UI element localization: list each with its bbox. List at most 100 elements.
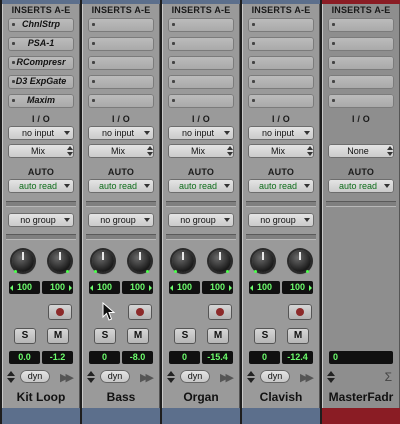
io-header: I / O — [271, 114, 290, 124]
group-selector[interactable]: no group — [168, 213, 234, 227]
mute-button[interactable]: M — [47, 328, 69, 344]
pan-right-knob[interactable] — [129, 250, 151, 273]
mute-button[interactable]: M — [207, 328, 229, 344]
insert-slot-b[interactable] — [88, 37, 154, 51]
insert-slot-a[interactable] — [168, 18, 234, 32]
insert-slot-d[interactable] — [248, 75, 314, 89]
track-name[interactable]: MasterFadr — [324, 389, 398, 406]
insert-slot-c[interactable] — [168, 56, 234, 70]
voice-updown-icon[interactable] — [327, 371, 335, 383]
insert-slot-e[interactable] — [88, 94, 154, 108]
output-selector[interactable]: None — [328, 144, 394, 158]
track-name[interactable]: Bass — [84, 389, 158, 406]
insert-slot-c[interactable] — [248, 56, 314, 70]
pan-left-arrow-icon — [250, 285, 253, 291]
group-selector[interactable]: no group — [248, 213, 314, 227]
pan-left-knob[interactable] — [92, 250, 114, 273]
voice-updown-icon[interactable] — [247, 371, 255, 383]
output-label: Mix — [271, 146, 285, 156]
automation-mode-selector[interactable]: auto read — [8, 179, 74, 193]
pan-right-knob[interactable] — [49, 250, 71, 273]
pan-right-knob[interactable] — [289, 250, 311, 273]
pan-right-arrow-icon — [229, 285, 232, 291]
record-enable-button[interactable] — [208, 304, 232, 320]
output-selector[interactable]: Mix — [248, 144, 314, 158]
solo-button[interactable]: S — [174, 328, 196, 344]
record-enable-button[interactable] — [48, 304, 72, 320]
voice-updown-icon[interactable] — [167, 371, 175, 383]
pan-right-knob[interactable] — [209, 250, 231, 273]
insert-slot-a[interactable] — [248, 18, 314, 32]
knob-indicator — [59, 252, 61, 260]
automation-mode-selector[interactable]: auto read — [168, 179, 234, 193]
pan-left-knob[interactable] — [172, 250, 194, 273]
record-enable-button[interactable] — [128, 304, 152, 320]
volume-readout: 0 — [89, 351, 120, 364]
track-name[interactable]: Kit Loop — [4, 389, 78, 406]
volume-readout: 0 — [249, 351, 280, 364]
mute-button[interactable]: M — [287, 328, 309, 344]
input-selector[interactable]: no input — [8, 126, 74, 140]
insert-bullet-icon — [172, 80, 175, 83]
insert-slot-b[interactable] — [248, 37, 314, 51]
insert-slot-c[interactable]: RCompresr — [8, 56, 74, 70]
insert-slot-c[interactable] — [328, 56, 394, 70]
voice-dyn-button[interactable]: dyn — [180, 370, 210, 383]
voice-dyn-button[interactable]: dyn — [100, 370, 130, 383]
insert-slot-e[interactable] — [168, 94, 234, 108]
pan-left-knob[interactable] — [252, 250, 274, 273]
record-enable-button[interactable] — [288, 304, 312, 320]
voice-dyn-button[interactable]: dyn — [20, 370, 50, 383]
automation-mode-selector[interactable]: auto read — [248, 179, 314, 193]
insert-slot-a[interactable] — [328, 18, 394, 32]
insert-bullet-icon — [332, 42, 335, 45]
track-name[interactable]: Organ — [164, 389, 238, 406]
insert-slot-e[interactable]: Maxim — [8, 94, 74, 108]
track-name[interactable]: Clavish — [244, 389, 318, 406]
voice-dyn-button[interactable]: dyn — [260, 370, 290, 383]
insert-slot-d[interactable] — [328, 75, 394, 89]
insert-slot-e[interactable] — [248, 94, 314, 108]
insert-bullet-icon — [252, 61, 255, 64]
voice-updown-icon[interactable] — [7, 371, 15, 383]
automation-label: auto read — [178, 181, 218, 191]
insert-slot-d[interactable] — [88, 75, 154, 89]
insert-slot-a[interactable] — [88, 18, 154, 32]
voice-updown-icon[interactable] — [87, 371, 95, 383]
insert-slot-e[interactable] — [328, 94, 394, 108]
input-selector[interactable]: no input — [168, 126, 234, 140]
bottom-controls: dyn ▶▶ — [2, 369, 80, 385]
section-divider — [246, 234, 316, 240]
record-dot-icon — [136, 308, 144, 316]
automation-mode-selector[interactable]: auto read — [88, 179, 154, 193]
output-selector[interactable]: Mix — [88, 144, 154, 158]
dropdown-arrow-icon — [144, 184, 150, 188]
insert-slot-c[interactable] — [88, 56, 154, 70]
mute-button[interactable]: M — [127, 328, 149, 344]
solo-button[interactable]: S — [94, 328, 116, 344]
insert-slot-b[interactable] — [168, 37, 234, 51]
insert-slot-d[interactable] — [168, 75, 234, 89]
input-selector[interactable]: no input — [248, 126, 314, 140]
insert-bullet-icon — [92, 80, 95, 83]
group-selector[interactable]: no group — [8, 213, 74, 227]
pan-right-readout: 100 — [202, 281, 233, 294]
output-selector[interactable]: Mix — [8, 144, 74, 158]
group-selector[interactable]: no group — [88, 213, 154, 227]
automation-label: auto read — [338, 181, 378, 191]
pan-left-knob[interactable] — [12, 250, 34, 273]
pan-left-arrow-icon — [10, 285, 13, 291]
dropdown-arrow-icon — [224, 131, 230, 135]
insert-slot-d[interactable]: D3 ExpGate — [8, 75, 74, 89]
insert-bullet-icon — [252, 80, 255, 83]
output-selector[interactable]: Mix — [168, 144, 234, 158]
solo-button[interactable]: S — [254, 328, 276, 344]
insert-slot-b[interactable]: PSA-1 — [8, 37, 74, 51]
input-selector[interactable]: no input — [88, 126, 154, 140]
automation-mode-selector[interactable]: auto read — [328, 179, 394, 193]
insert-slot-a[interactable]: ChnlStrp — [8, 18, 74, 32]
solo-button[interactable]: S — [14, 328, 36, 344]
input-label: no input — [21, 128, 55, 138]
insert-slot-b[interactable] — [328, 37, 394, 51]
pan-left-readout: 100 — [9, 281, 40, 294]
